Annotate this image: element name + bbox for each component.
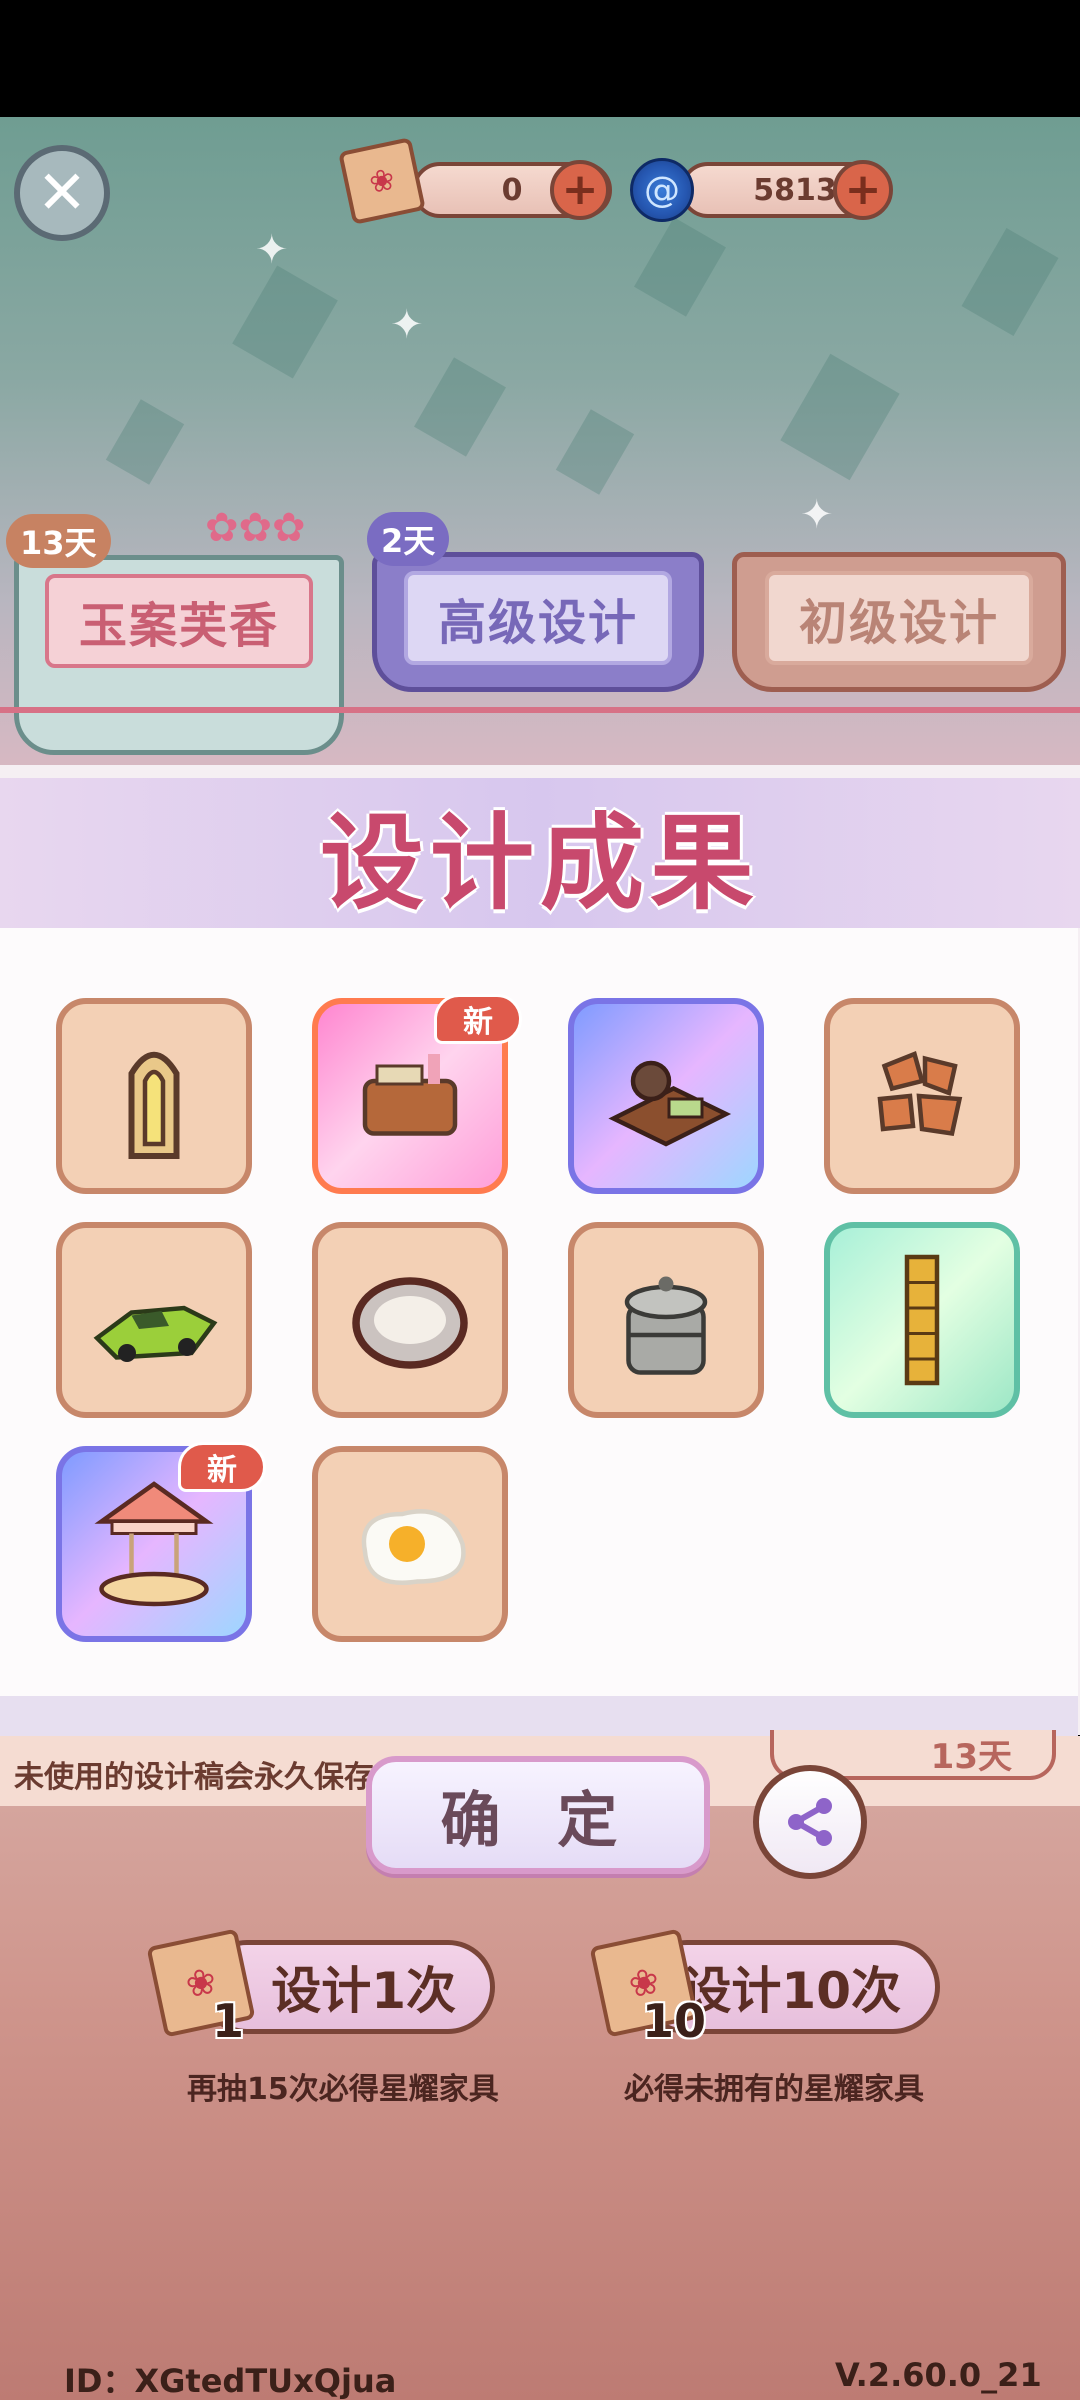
close-button[interactable]: ✕	[14, 145, 110, 241]
design-ten-label: 设计10次	[681, 1962, 901, 2020]
user-id: ID：XGtedTUxQjua	[64, 2362, 397, 2400]
confirm-button[interactable]: 确 定	[366, 1756, 710, 1874]
result-item[interactable]: 新	[312, 994, 522, 1194]
tab-yuan-furong[interactable]: 玉案芙香	[14, 555, 344, 755]
design-once-label: 设计1次	[271, 1962, 456, 2020]
tab-label: 高级设计	[403, 571, 672, 665]
design-ten-cost: 10	[642, 1994, 707, 2048]
arched-window-icon	[128, 1051, 180, 1159]
result-item[interactable]	[824, 998, 1020, 1194]
status-bar	[0, 0, 1080, 117]
plate-icon	[352, 1277, 468, 1369]
design-once-cost: 1	[212, 1994, 245, 2048]
design-ten-hint: 必得未拥有的星耀家具	[624, 2072, 924, 2107]
tab-label: 初级设计	[764, 571, 1033, 665]
design-scroll-icon: ❀	[338, 137, 426, 225]
close-icon: ✕	[36, 158, 88, 228]
add-gem-button[interactable]: +	[833, 160, 893, 220]
result-item[interactable]	[312, 1222, 508, 1418]
permanent-save-note: 未使用的设计稿会永久保存	[14, 1760, 374, 1795]
scroll-count: 0	[501, 172, 523, 208]
result-item[interactable]	[56, 998, 252, 1194]
tea-set-icon	[608, 1060, 732, 1147]
tab-advanced-design[interactable]: 高级设计	[372, 552, 704, 692]
golden-screen-icon	[904, 1254, 940, 1386]
days-badge: 13天	[6, 514, 111, 568]
steamer-pot-icon	[624, 1276, 708, 1375]
fried-egg-icon	[361, 1509, 466, 1585]
stone-tiles-icon	[877, 1050, 963, 1137]
modal-title: 设计成果	[319, 801, 760, 924]
add-scroll-button[interactable]: +	[550, 160, 610, 220]
result-modal: 新 新	[0, 928, 1078, 1696]
result-item[interactable]	[568, 1222, 764, 1418]
days-badge: 2天	[367, 512, 450, 566]
plus-icon: +	[844, 164, 882, 215]
tab-underline	[0, 707, 1080, 713]
tab-label: 玉案芙香	[44, 574, 313, 668]
tab-basic-design[interactable]: 初级设计	[732, 552, 1066, 692]
new-badge: 新	[434, 994, 522, 1044]
result-item[interactable]	[312, 1446, 508, 1642]
new-badge: 新	[178, 1442, 266, 1492]
design-once-hint: 再抽15次必得星耀家具	[187, 2072, 499, 2107]
plus-icon: +	[561, 164, 599, 215]
app-version: V.2.60.0_21	[835, 2356, 1042, 2394]
green-sports-car-icon	[93, 1305, 218, 1362]
share-icon	[788, 1798, 832, 1846]
result-item[interactable]: 新	[56, 1442, 266, 1642]
share-button[interactable]	[753, 1765, 867, 1879]
result-item[interactable]	[824, 1222, 1020, 1418]
result-item[interactable]	[568, 998, 764, 1194]
flower-decoration-icon: ✿✿✿	[205, 505, 306, 551]
result-item[interactable]	[56, 1222, 252, 1418]
swirl-gem-icon: @	[630, 158, 694, 222]
gem-count: 5813	[753, 172, 837, 208]
